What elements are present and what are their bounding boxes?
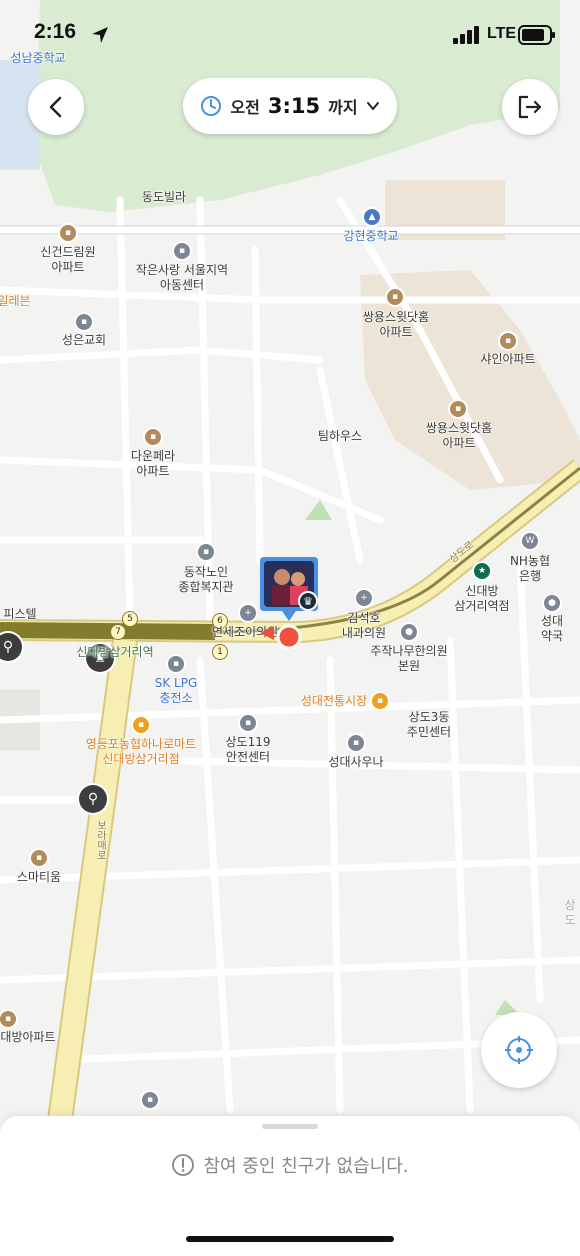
map-label[interactable]: 다운페라 아파트 [131,449,175,479]
building-icon[interactable]: ▪ [174,243,190,259]
map-label[interactable]: 김석호 내과의원 [342,611,386,641]
crosshair-icon [505,1036,533,1064]
time-suffix: 까지 [328,98,358,117]
network-type: LTE [487,25,517,42]
map-label[interactable]: 상도3동 주민센터 [407,710,451,740]
map-label[interactable]: 성대전통시장 [301,694,367,709]
direction-arrow-icon [260,626,274,640]
bicycle-icon[interactable]: ⚲ [79,785,107,813]
time-limit-selector[interactable]: 오전 3:15 까지 [183,78,397,134]
pharmacy-icon[interactable]: ● [544,595,560,611]
map-label[interactable]: 동도빌라 [142,190,186,205]
map-label[interactable]: 신대방삼거리역 [76,645,153,660]
sauna-icon[interactable]: ▪ [348,735,364,751]
apartment-icon[interactable]: ▪ [0,1011,16,1027]
map-label[interactable]: 상도119 안전센터 [226,735,271,765]
time-period: 오전 [230,98,260,117]
church-icon[interactable]: ▪ [76,314,92,330]
starbucks-icon[interactable]: ★ [474,563,490,579]
mart-icon[interactable]: ▪ [133,717,149,733]
info-icon [172,1154,195,1176]
clock-icon [201,96,222,116]
map-label[interactable]: 성대사우나 [328,755,383,770]
friend-avatar-pin[interactable]: ♛ [258,555,320,621]
svg-text:♛: ♛ [303,595,313,608]
empty-message: 참여 중인 친구가 없습니다. [203,1156,409,1177]
chevron-left-icon [49,96,62,118]
map-label[interactable]: SK LPG 충전소 [155,676,198,706]
status-time: 2:16 [34,20,77,43]
map-label[interactable]: 동작노인 종합복지관 [178,565,233,595]
current-location-marker[interactable] [276,624,302,650]
bottom-sheet[interactable]: 참여 중인 친구가 없습니다. [0,1116,580,1256]
school-icon[interactable]: ▲ [364,209,380,225]
home-indicator[interactable] [186,1236,394,1242]
map-label[interactable]: 쌍용스윗닷홈 아파트 [363,310,429,340]
map-label[interactable]: 피스텔 [3,607,36,622]
apartment-icon[interactable]: ▪ [450,401,466,417]
route-number-5: 5 [122,611,138,627]
gas-station-icon[interactable]: ▪ [168,656,184,672]
map-label[interactable]: 대방아파트 [0,1030,55,1045]
hospital-icon[interactable]: + [240,605,256,621]
battery-icon [518,25,555,45]
avatar: ♛ [260,557,318,621]
map-label[interactable]: 성대약국 [538,614,566,644]
apartment-icon[interactable]: ▪ [500,333,516,349]
fire-station-icon[interactable]: ▪ [240,715,256,731]
map-label: 보라매로 [94,820,106,860]
logout-icon [518,95,542,119]
map-label[interactable]: NH농협은행 [505,554,555,584]
map-label[interactable]: 영등포농협하나로마트 신대방삼거리점 [86,737,196,767]
exit-button[interactable] [502,79,558,135]
map-label[interactable]: 상도 [564,898,575,928]
map-label[interactable]: 팀하우스 [318,429,362,444]
map-label[interactable]: 성은교회 [62,333,106,348]
apartment-icon[interactable]: ▪ [145,429,161,445]
map-label[interactable]: 주작나무한의원 본원 [370,644,447,674]
map-label[interactable]: 강현중학교 [343,229,398,244]
apartment-icon[interactable]: ▪ [31,850,47,866]
map-label[interactable]: 신대방 삼거리역점 [454,584,509,614]
map-label[interactable]: 스마티움 [17,870,61,885]
clinic-icon[interactable]: ● [401,624,417,640]
map-label[interactable]: 쌍용스윗닷홈 아파트 [426,421,492,451]
map-label[interactable]: 작은사랑 서울지역 아동센터 [136,263,228,293]
location-arrow-icon [92,27,108,43]
route-number-1: 1 [212,644,228,660]
apartment-icon[interactable]: ▪ [60,225,76,241]
chevron-down-icon [366,102,379,110]
empty-state: 참여 중인 친구가 없습니다. [0,1152,580,1178]
building-icon[interactable]: ▪ [198,544,214,560]
route-number-7: 7 [110,624,126,640]
map-label[interactable]: 일레븐 [0,294,31,309]
bank-icon[interactable]: W [522,533,538,549]
building-icon[interactable]: ▪ [142,1092,158,1108]
apartment-icon[interactable]: ▪ [387,289,403,305]
my-location-button[interactable] [481,1012,557,1088]
hospital-icon[interactable]: + [356,590,372,606]
time-value: 3:15 [267,94,321,118]
sheet-handle[interactable] [262,1124,318,1129]
map-label[interactable]: 신건드림원 아파트 [40,245,95,275]
status-bar: 2:16 LTE [0,0,580,70]
signal-icon [453,26,479,44]
back-button[interactable] [28,79,84,135]
market-icon[interactable]: ▪ [372,693,388,709]
map-label[interactable]: 샤인아파트 [480,352,535,367]
